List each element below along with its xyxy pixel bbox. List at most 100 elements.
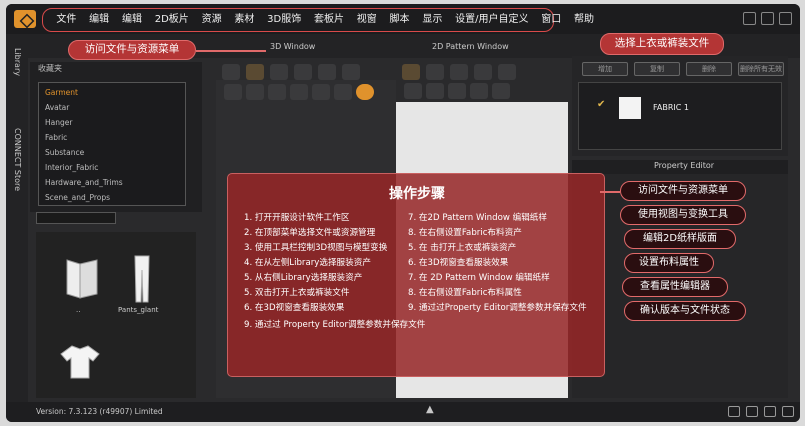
sew-tool-icon[interactable]	[498, 64, 516, 80]
fabric-swatch[interactable]	[619, 97, 641, 119]
chevron-up-icon[interactable]: ▲	[426, 404, 434, 415]
tab-2d-pattern-window[interactable]: 2D Pattern Window	[432, 42, 509, 54]
library-item[interactable]: Fabric	[45, 133, 67, 142]
menu-2d-pattern[interactable]: 2D板片	[148, 11, 195, 29]
seam-tool-icon[interactable]	[426, 83, 444, 99]
maximize-icon[interactable]	[761, 12, 774, 25]
menu-material[interactable]: 素材	[228, 11, 261, 29]
tshirt-icon[interactable]	[60, 344, 100, 380]
garment-tool-icon[interactable]	[246, 84, 264, 100]
step-item: 4. 在从左侧Library选择服装资产	[244, 258, 371, 268]
transform-tool-icon[interactable]	[270, 64, 288, 80]
object-browser: 增加 复制 删除 删除所有无效 ✔ FABRIC 1	[572, 56, 788, 156]
rail-library-tab[interactable]: Library	[13, 48, 22, 76]
menu-file[interactable]: 文件	[50, 11, 83, 29]
steps-title: 操作步骤	[389, 186, 445, 202]
layout-icon[interactable]	[728, 406, 740, 417]
step-item: 1. 打开开服设计软件工作区	[244, 213, 350, 223]
step-item: 5. 从右侧Library选择服装资产	[244, 273, 363, 283]
menu-window[interactable]: 窗口	[535, 11, 568, 29]
library-tree: Garment Avatar Hanger Fabric Substance I…	[38, 82, 186, 206]
steps-panel: 操作步骤 1. 打开开服设计软件工作区 2. 在顶部菜单选择文件或资源管理 3.…	[227, 173, 605, 377]
library-item[interactable]: Avatar	[45, 103, 69, 112]
version-label: Version: 7.3.123 (r49907) Limited	[36, 407, 163, 416]
fabric-name[interactable]: FABRIC 1	[653, 103, 689, 112]
fullscreen-icon[interactable]	[782, 406, 794, 417]
left-side-rail: Library CONNECT Store	[6, 34, 28, 402]
step-item: 9. 通过过 Property Editor调整参数并保存文件	[244, 320, 426, 330]
callout-arrow	[196, 50, 266, 52]
menu-edit-2[interactable]: 编辑	[116, 11, 149, 29]
minimize-icon[interactable]	[743, 12, 756, 25]
shirt-tool-icon[interactable]	[290, 84, 308, 100]
app-window: 文件 编辑 编辑 2D板片 资源 素材 3D服饰 套板片 视窗 脚本 显示 设置…	[6, 4, 800, 422]
split-icon[interactable]	[746, 406, 758, 417]
edit-point-icon[interactable]	[426, 64, 444, 80]
close-icon[interactable]	[779, 12, 792, 25]
step-item: 8. 在右侧设置Fabric布料资产	[408, 228, 522, 238]
library-search-input[interactable]	[36, 212, 116, 224]
render-tool-icon[interactable]	[356, 84, 374, 100]
menu-help[interactable]: 帮助	[568, 11, 601, 29]
library-item[interactable]: Hanger	[45, 118, 72, 127]
callout-edit-2d-pattern: 编辑2D纸样版面	[624, 229, 736, 249]
step-item: 6. 在3D视窗查看服装效果	[244, 303, 345, 313]
callout-property-editor: 查看属性编辑器	[622, 277, 728, 297]
rail-connect-store-tab[interactable]: CONNECT Store	[13, 128, 22, 191]
fabric-tool-icon[interactable]	[334, 84, 352, 100]
move-tool-icon[interactable]	[246, 64, 264, 80]
delete-button[interactable]: 删除	[686, 62, 732, 76]
export-tool-icon[interactable]	[492, 83, 510, 99]
menu-view[interactable]: 视窗	[350, 11, 383, 29]
menu-script[interactable]: 脚本	[383, 11, 416, 29]
layer-tool-icon[interactable]	[312, 84, 330, 100]
menu-resource[interactable]: 资源	[195, 11, 228, 29]
add-button[interactable]: 增加	[582, 62, 628, 76]
menu-settings[interactable]: 设置/用户自定义	[449, 11, 535, 29]
curve-tool-icon[interactable]	[474, 64, 492, 80]
library-item[interactable]: Interior_Fabric	[45, 163, 98, 172]
fold-tool-icon[interactable]	[294, 64, 312, 80]
thumbnail-label: ..	[76, 306, 81, 314]
library-item[interactable]: Hardware_and_Trims	[45, 178, 123, 187]
measure-tool-icon[interactable]	[342, 64, 360, 80]
copy-button[interactable]: 复制	[634, 62, 680, 76]
library-item[interactable]: Substance	[45, 148, 84, 157]
rectangle-tool-icon[interactable]	[450, 64, 468, 80]
grid-icon[interactable]	[764, 406, 776, 417]
property-editor-title: Property Editor	[654, 161, 715, 170]
simulate-tool-icon[interactable]	[268, 84, 286, 100]
select-tool-icon[interactable]	[222, 64, 240, 80]
step-item: 5. 在 击打开上衣或裤装资产	[408, 243, 517, 253]
needle-tool-icon[interactable]	[404, 83, 422, 99]
menu-3d-garment[interactable]: 3D服饰	[261, 11, 308, 29]
check-icon: ✔	[597, 99, 606, 110]
step-item: 2. 在顶部菜单选择文件或资源管理	[244, 228, 376, 238]
library-item[interactable]: Garment	[45, 88, 78, 97]
step-item: 7. 在 2D Pattern Window 编辑纸样	[408, 273, 550, 283]
callout-fabric-properties: 设置布料属性	[624, 253, 714, 273]
avatar-tool-icon[interactable]	[224, 84, 242, 100]
delete-unused-button[interactable]: 删除所有无效	[738, 62, 784, 76]
main-menu: 文件 编辑 编辑 2D板片 资源 素材 3D服饰 套板片 视窗 脚本 显示 设置…	[50, 11, 600, 29]
menu-pattern-set[interactable]: 套板片	[308, 11, 351, 29]
library-header: 收藏夹	[38, 64, 62, 73]
trim-tool-icon[interactable]	[470, 83, 488, 99]
app-logo-icon	[14, 10, 36, 28]
pin-tool-icon[interactable]	[318, 64, 336, 80]
step-item: 9. 通过过Property Editor调整参数并保存文件	[408, 303, 587, 313]
menu-bar: 文件 编辑 编辑 2D板片 资源 素材 3D服饰 套板片 视窗 脚本 显示 设置…	[6, 4, 800, 34]
pants-icon[interactable]	[132, 254, 152, 304]
callout-view-transform: 使用视图与变换工具	[620, 205, 746, 225]
callout-version-status: 确认版本与文件状态	[624, 301, 746, 321]
grain-tool-icon[interactable]	[448, 83, 466, 99]
fabric-list: ✔ FABRIC 1	[578, 82, 782, 150]
tab-3d-window[interactable]: 3D Window	[270, 42, 315, 54]
callout-access-menu: 访问文件与资源菜单	[68, 40, 196, 60]
menu-edit[interactable]: 编辑	[83, 11, 116, 29]
folder-icon[interactable]	[64, 256, 100, 300]
pen-tool-icon[interactable]	[402, 64, 420, 80]
menu-display[interactable]: 显示	[416, 11, 449, 29]
callout-select-garment: 选择上衣或裤装文件	[600, 33, 724, 55]
library-item[interactable]: Scene_and_Props	[45, 193, 110, 202]
